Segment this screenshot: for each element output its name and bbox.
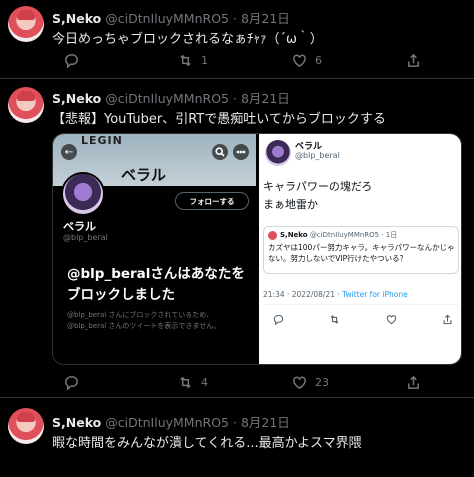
- dot-separator: ·: [232, 415, 237, 430]
- banner-logo: LEGIN: [81, 134, 123, 147]
- reply-button[interactable]: [64, 375, 178, 390]
- avatar: [265, 140, 291, 166]
- author-handle: @blp_beral: [295, 151, 340, 160]
- like-icon: [386, 315, 396, 325]
- reply-button[interactable]: [64, 53, 178, 68]
- tweet-actions: 4 23: [64, 375, 474, 390]
- retweet-icon: [331, 315, 339, 324]
- author-handle[interactable]: @ciDtnIluyMMnRO5: [105, 91, 229, 106]
- retweet-button[interactable]: 4: [178, 375, 292, 390]
- quoted-tweet: S,Neko @ciDtnIluyMMnRO5 · 1日 カズヤは100パー努力…: [263, 226, 459, 274]
- media-image-quote-tweet[interactable]: ベラル @blp_beral キャラパワーの塊だろ まぁ地雷か S,Neko @…: [259, 134, 461, 364]
- more-icon: [233, 144, 249, 160]
- tweet-header: S,Neko @ciDtnIluyMMnRO5 · 8月21日: [52, 412, 290, 431]
- banner-title: ベラル: [121, 166, 167, 184]
- profile-name: ベラル: [63, 220, 96, 233]
- avatar: [268, 231, 277, 240]
- like-count: 23: [315, 376, 329, 389]
- author-handle[interactable]: @ciDtnIluyMMnRO5: [105, 415, 229, 430]
- author-name[interactable]: S,Neko: [52, 11, 101, 26]
- retweet-button[interactable]: 1: [178, 53, 292, 68]
- reply-icon: [65, 54, 78, 68]
- share-button[interactable]: [406, 53, 474, 68]
- quoted-author-meta: @ciDtnIluyMMnRO5 · 1日: [309, 231, 398, 239]
- share-icon: [408, 375, 419, 389]
- profile-avatar: [61, 172, 105, 216]
- dot-separator: ·: [232, 91, 237, 106]
- tweet-text: 【悲報】YouTuber、引RTで愚痴吐いてからブロックする: [52, 112, 386, 127]
- tweet-text: 今日めっちゃブロックされるなぁﾁｬｧ（´ω｀）: [52, 32, 323, 47]
- back-icon: ←: [61, 144, 77, 160]
- author-name[interactable]: S,Neko: [52, 91, 101, 106]
- reply-icon: [65, 376, 78, 390]
- share-button[interactable]: [406, 375, 474, 390]
- tweet-date[interactable]: 8月21日: [241, 415, 290, 430]
- share-icon: [408, 53, 419, 67]
- tweet-header: S,Neko @ciDtnIluyMMnRO5 · 8月21日: [52, 88, 290, 107]
- profile-handle: @blp_beral: [63, 233, 108, 242]
- avatar[interactable]: [8, 87, 44, 123]
- like-button[interactable]: 23: [292, 375, 406, 390]
- like-button[interactable]: 6: [292, 53, 406, 68]
- source-label: Twitter for iPhone: [342, 290, 408, 299]
- quote-tweet-actions: [273, 314, 453, 325]
- retweet-count: 1: [201, 54, 208, 67]
- media-image-blocked-profile[interactable]: LEGIN ベラル ← フォローする ベラル @blp_beral @blp_b…: [53, 134, 256, 364]
- like-icon: [293, 54, 306, 67]
- tweet-3[interactable]: S,Neko @ciDtnIluyMMnRO5 · 8月21日 暇な時間をみんな…: [0, 398, 474, 477]
- retweet-icon: [180, 54, 191, 67]
- quote-comment-line-2: まぁ地雷か: [263, 198, 318, 211]
- tweet-media[interactable]: LEGIN ベラル ← フォローする ベラル @blp_beral @blp_b…: [52, 133, 462, 365]
- blocked-description: @blp_beral さんにブロックされているため、@blp_beral さんの…: [67, 311, 221, 330]
- search-icon: [212, 144, 228, 160]
- like-count: 6: [315, 54, 322, 67]
- author-handle[interactable]: @ciDtnIluyMMnRO5: [105, 11, 229, 26]
- divider: [263, 304, 459, 305]
- reply-icon: [273, 314, 284, 325]
- dot-separator: ·: [232, 11, 237, 26]
- quoted-author-name: S,Neko: [280, 231, 308, 239]
- avatar[interactable]: [8, 408, 44, 444]
- author-name[interactable]: S,Neko: [52, 415, 101, 430]
- tweet-text: 暇な時間をみんなが潰してくれる...最高かよスマ界隈: [52, 436, 362, 451]
- tweet-1[interactable]: S,Neko @ciDtnIluyMMnRO5 · 8月21日 今日めっちゃブロ…: [0, 0, 474, 78]
- retweet-count: 4: [201, 376, 208, 389]
- quoted-header: S,Neko @ciDtnIluyMMnRO5 · 1日: [280, 230, 397, 240]
- follow-button: フォローする: [175, 192, 249, 210]
- share-icon: [443, 314, 452, 325]
- quoted-text: カズヤは100パー努力キャラ。キャラパワーなんかじゃない。努力しないでVIP行け…: [268, 243, 455, 263]
- retweet-icon: [180, 376, 191, 389]
- like-icon: [293, 376, 306, 389]
- tweet-date[interactable]: 8月21日: [241, 11, 290, 26]
- tweet-header: S,Neko @ciDtnIluyMMnRO5 · 8月21日: [52, 8, 290, 27]
- tweet-timestamp: 21:34 · 2022/08/21 · Twitter for iPhone: [263, 290, 408, 299]
- quote-comment-line-1: キャラパワーの塊だろ: [263, 180, 373, 193]
- tweet-actions: 1 6: [64, 53, 474, 68]
- blocked-title: @blp_beralさんはあなたをブロックしました: [67, 266, 245, 303]
- avatar[interactable]: [8, 6, 44, 42]
- tweet-date[interactable]: 8月21日: [241, 91, 290, 106]
- timestamp-text: 21:34 · 2022/08/21 ·: [263, 290, 343, 299]
